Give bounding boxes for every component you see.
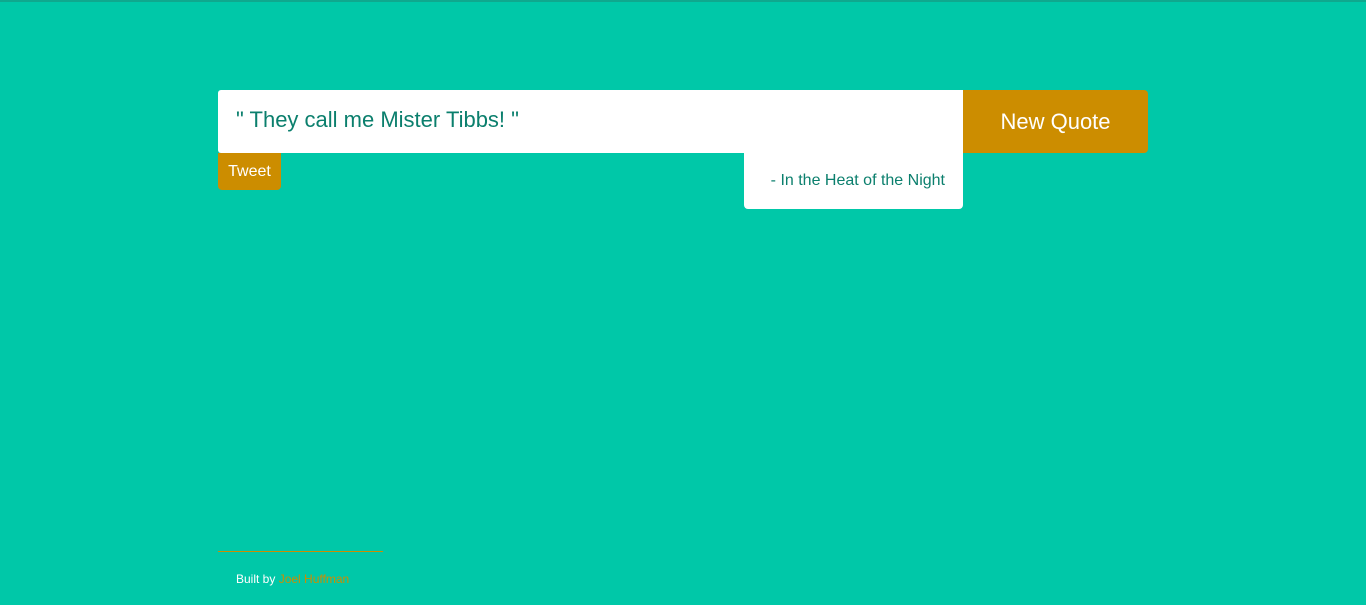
new-quote-button[interactable]: New Quote xyxy=(963,90,1148,153)
footer-divider xyxy=(218,551,383,552)
top-border xyxy=(0,0,1366,2)
footer-author-link[interactable]: Joel Huffman xyxy=(279,572,349,586)
tweet-button[interactable]: Tweet xyxy=(218,153,281,190)
footer-built-by-label: Built by xyxy=(236,572,276,586)
quote-text: " They call me Mister Tibbs! " xyxy=(236,107,519,132)
quote-author: - In the Heat of the Night xyxy=(770,172,945,189)
footer: Built by Joel Huffman xyxy=(236,572,349,586)
quote-author-box: - In the Heat of the Night xyxy=(744,153,963,209)
quote-box: " They call me Mister Tibbs! " xyxy=(218,90,963,153)
